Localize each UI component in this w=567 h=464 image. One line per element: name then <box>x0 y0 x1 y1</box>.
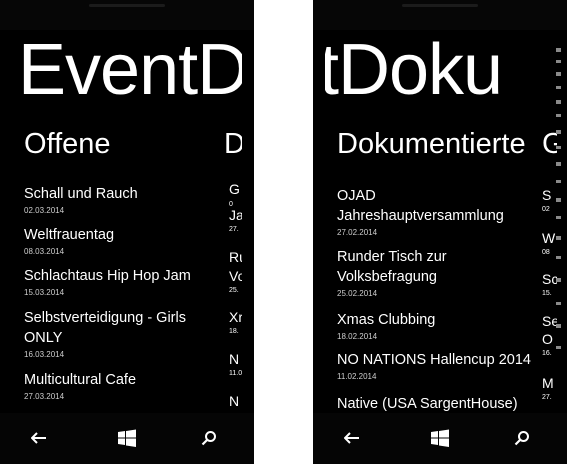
list-item[interactable]: Native (USA SargentHouse) <box>337 394 537 413</box>
back-button[interactable] <box>340 427 364 449</box>
list-item[interactable]: NO NATIONS Hallencup 2014 11.02.2014 <box>337 350 537 382</box>
event-date: 02.03.2014 <box>24 206 65 215</box>
list-item[interactable]: Schall und Rauch 02.03.2014 <box>24 184 204 216</box>
list-item[interactable]: Schlachtaus Hip Hop Jam 15.03.2014 <box>24 266 204 298</box>
event-title: Schlachtaus Hip Hop Jam <box>24 268 191 284</box>
event-date: 15.03.2014 <box>24 288 65 297</box>
screen-edge-artifact <box>555 40 565 373</box>
peek-title: N <box>229 351 240 367</box>
peek-title: Ru <box>229 249 242 265</box>
list-item[interactable]: Runder Tisch zur Volksbefragung 25.02.20… <box>337 247 487 299</box>
speaker-grille <box>402 4 478 7</box>
section-header-offene[interactable]: Offene <box>24 130 111 159</box>
event-date: 27.03.2014 <box>24 392 65 401</box>
list-item[interactable]: Selbstverteidigung - Girls ONLY 16.03.20… <box>24 308 196 360</box>
peek-date: 02 <box>542 206 550 213</box>
peek-date: 11.0 <box>229 370 242 377</box>
peek-title: G <box>229 181 240 197</box>
phone-top-bezel <box>0 0 254 30</box>
event-title: Native (USA SargentHouse) <box>337 396 518 412</box>
peek-title: S <box>542 187 552 203</box>
peek-date: 16. <box>542 350 552 357</box>
peek-title: M <box>542 375 554 391</box>
event-date: 16.03.2014 <box>24 350 65 359</box>
event-title: Weltfrauentag <box>24 227 115 243</box>
start-button[interactable] <box>115 427 139 449</box>
speaker-grille <box>89 4 165 7</box>
event-date: 08.03.2014 <box>24 247 65 256</box>
windows-logo-icon <box>118 429 136 447</box>
peek-date: 15. <box>542 290 552 297</box>
event-date: 25.02.2014 <box>337 289 378 298</box>
event-title: OJAD Jahreshauptversammlung <box>337 188 504 224</box>
event-title: NO NATIONS Hallencup 2014 <box>337 352 531 368</box>
event-title: Multicultural Cafe <box>24 372 137 388</box>
event-title: Xmas Clubbing <box>337 312 436 328</box>
app-title: tDoku <box>325 30 503 110</box>
back-arrow-icon <box>344 432 359 444</box>
list-item[interactable]: Weltfrauentag 08.03.2014 <box>24 225 204 257</box>
peek-date: 08 <box>542 249 550 256</box>
peek-title: Vo <box>229 268 242 284</box>
search-icon <box>201 431 216 446</box>
search-button[interactable] <box>510 427 534 449</box>
list-item[interactable]: Multicultural Cafe 27.03.2014 <box>24 370 204 402</box>
peek-title: W <box>542 230 556 246</box>
peek-date: 27. <box>542 394 552 401</box>
next-section-peek[interactable]: D <box>224 130 242 159</box>
list-item[interactable]: Xmas Clubbing 18.02.2014 <box>337 310 517 342</box>
screen-left: EventD Offene D Schall und Rauch 02.03.2… <box>12 30 242 413</box>
back-button[interactable] <box>27 427 51 449</box>
start-button[interactable] <box>428 427 452 449</box>
peek-title: O <box>542 331 553 347</box>
phone-left: EventD Offene D Schall und Rauch 02.03.2… <box>0 0 254 464</box>
event-date: 27.02.2014 <box>337 228 378 237</box>
app-bar <box>0 413 254 464</box>
windows-logo-icon <box>431 429 449 447</box>
peek-date: 25. <box>229 287 239 294</box>
event-title: Selbstverteidigung - Girls ONLY <box>24 310 186 346</box>
peek-date: 18. <box>229 328 239 335</box>
search-button[interactable] <box>197 427 221 449</box>
phone-right: tDoku Dokumentierte G OJAD Jahreshauptve… <box>313 0 567 464</box>
app-title: EventD <box>18 30 242 110</box>
peek-title: N <box>229 393 240 409</box>
phone-top-bezel <box>313 0 567 30</box>
peek-date: 27. <box>229 226 239 233</box>
app-bar <box>313 413 567 464</box>
event-date: 18.02.2014 <box>337 332 378 341</box>
search-icon <box>514 431 529 446</box>
peek-title: Ja <box>229 207 242 223</box>
list-item[interactable]: OJAD Jahreshauptversammlung 27.02.2014 <box>337 186 517 238</box>
section-header-dokumentierte[interactable]: Dokumentierte <box>337 130 526 159</box>
back-arrow-icon <box>31 432 46 444</box>
peek-title: Xr <box>229 309 242 325</box>
event-title: Runder Tisch zur Volksbefragung <box>337 249 447 285</box>
event-date: 11.02.2014 <box>337 372 377 381</box>
screen-right: tDoku Dokumentierte G OJAD Jahreshauptve… <box>325 30 557 413</box>
event-title: Schall und Rauch <box>24 186 138 202</box>
edge-noise-icon <box>556 48 561 349</box>
